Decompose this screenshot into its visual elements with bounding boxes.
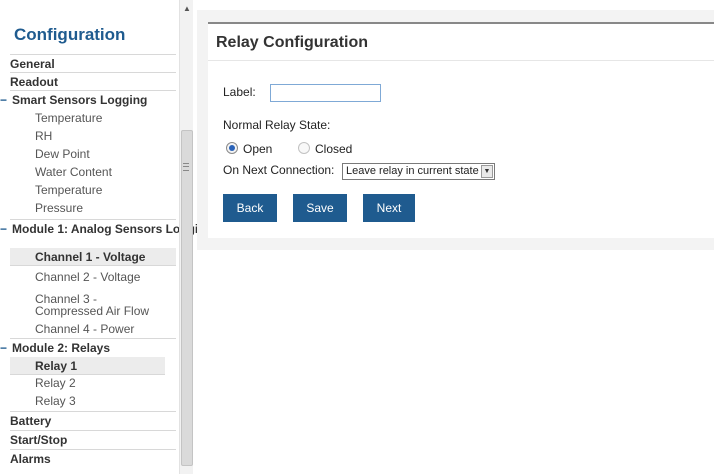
nav-start-stop[interactable]: Start/Stop (10, 430, 176, 448)
grip-icon (183, 163, 189, 171)
nav-general[interactable]: General (10, 54, 176, 72)
nav-item-temperature-2[interactable]: Temperature (10, 181, 176, 199)
save-button[interactable]: Save (293, 194, 347, 222)
scroll-up-arrow-icon[interactable]: ▲ (180, 2, 194, 16)
next-connection-label: On Next Connection: (223, 163, 335, 177)
next-connection-select[interactable]: Leave relay in current state ▼ (342, 163, 495, 180)
nav-readout[interactable]: Readout (10, 72, 176, 90)
back-button[interactable]: Back (223, 194, 277, 222)
nav-group-smart-sensors[interactable]: − Smart Sensors Logging (0, 90, 176, 108)
radio-closed[interactable] (298, 142, 310, 154)
normal-relay-state-label: Normal Relay State: (223, 118, 331, 132)
sidebar: Configuration General Readout − Smart Sen… (0, 0, 213, 474)
chevron-down-icon[interactable]: ▼ (481, 165, 493, 178)
nav-battery[interactable]: Battery (10, 411, 176, 429)
label-input[interactable] (270, 84, 381, 102)
next-button[interactable]: Next (363, 194, 415, 222)
nav-item-temperature[interactable]: Temperature (10, 109, 176, 127)
collapse-icon[interactable]: − (0, 223, 10, 235)
label-field-label: Label: (223, 85, 256, 99)
nav-item-channel-2[interactable]: Channel 2 - Voltage (10, 268, 176, 286)
collapse-icon[interactable]: − (0, 339, 10, 357)
nav-group-label: Module 2: Relays (12, 341, 111, 355)
nav-item-pressure[interactable]: Pressure (10, 199, 176, 217)
collapse-icon[interactable]: − (0, 91, 10, 109)
nav-item-relay-3[interactable]: Relay 3 (10, 392, 176, 410)
nav-item-water-content[interactable]: Water Content (10, 163, 176, 181)
sidebar-scrollbar[interactable]: ▲ (179, 0, 193, 474)
nav-item-dew-point[interactable]: Dew Point (10, 145, 176, 163)
radio-open[interactable] (226, 142, 238, 154)
divider (208, 60, 714, 61)
nav-item-relay-1[interactable]: Relay 1 (10, 357, 165, 375)
radio-open-label: Open (243, 142, 273, 156)
nav-item-relay-2[interactable]: Relay 2 (10, 374, 176, 392)
nav-item-channel-3[interactable]: Channel 3 - Compressed Air Flow (10, 290, 160, 317)
nav-alarms[interactable]: Alarms (10, 449, 176, 467)
nav-group-module1[interactable]: − Module 1: Analog Sensors Logging (0, 219, 213, 245)
scrollbar-thumb[interactable] (181, 130, 193, 466)
nav-item-rh[interactable]: RH (10, 127, 176, 145)
nav-group-module2[interactable]: − Module 2: Relays (0, 338, 176, 356)
page-title: Relay Configuration (216, 34, 369, 51)
nav-group-label: Smart Sensors Logging (12, 93, 148, 107)
relay-configuration-panel: Relay Configuration Label: Normal Relay … (208, 22, 714, 238)
sidebar-title: Configuration (14, 25, 126, 44)
nav-item-channel-1[interactable]: Channel 1 - Voltage (10, 248, 176, 266)
nav-item-channel-4[interactable]: Channel 4 - Power (10, 320, 176, 338)
radio-closed-label: Closed (315, 142, 353, 156)
select-value: Leave relay in current state (346, 165, 479, 177)
